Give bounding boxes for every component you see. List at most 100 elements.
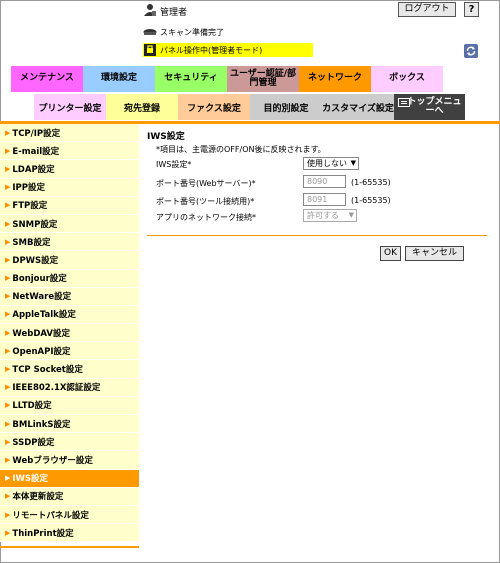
chevron-down-icon: ▼ xyxy=(350,159,356,167)
arrow-right-icon: ▶ xyxy=(5,528,11,537)
panel-lock-icon xyxy=(144,44,156,56)
app-network-label: アプリのネットワーク接続* xyxy=(156,213,256,222)
app-network-value: 許可する xyxy=(307,211,339,220)
sidebar-item-label: LDAP設定 xyxy=(12,164,55,175)
sidebar-item-label: TCP Socket設定 xyxy=(12,365,83,376)
sidebar-item[interactable]: ▶ リモートパネル設定 xyxy=(0,505,139,525)
sidebar-item-label: IWS設定 xyxy=(12,474,49,485)
arrow-right-icon: ▶ xyxy=(5,164,11,173)
help-button[interactable]: ? xyxy=(464,2,479,17)
scan-status-text: スキャン準備完了 xyxy=(160,27,224,37)
sidebar-item[interactable]: ▶ SMB設定 xyxy=(0,233,139,252)
sidebar-item[interactable]: ▶ SSDP設定 xyxy=(0,433,139,452)
tool-port-input[interactable]: 8091 xyxy=(303,193,346,206)
tab-network[interactable]: ネットワーク xyxy=(299,66,371,92)
tab-purpose-settings[interactable]: 目的別設定 xyxy=(250,94,322,120)
ok-button[interactable]: OK xyxy=(380,246,401,261)
tab-security[interactable]: セキュリティ xyxy=(155,66,227,92)
web-port-range: (1-65535) xyxy=(351,178,391,187)
sidebar-item-label: Webブラウザー設定 xyxy=(12,455,93,466)
sidebar-item[interactable]: ▶ ThinPrint設定 xyxy=(0,524,139,543)
cancel-button[interactable]: キャンセル xyxy=(405,246,464,261)
sidebar-item[interactable]: ▶ IEEE802.1X認証設定 xyxy=(0,378,139,397)
sidebar-item-label: SSDP設定 xyxy=(12,437,55,448)
sidebar-item-label: TCP/IP設定 xyxy=(12,128,61,139)
sidebar-item-label: WebDAV設定 xyxy=(12,328,70,339)
sidebar-item[interactable]: ▶ Bonjour設定 xyxy=(0,269,139,288)
form-divider xyxy=(147,235,487,236)
arrow-right-icon: ▶ xyxy=(5,310,11,319)
arrow-right-icon: ▶ xyxy=(5,328,11,337)
sidebar-item[interactable]: ▶ NetWare設定 xyxy=(0,287,139,306)
sidebar-item-label: IEEE802.1X認証設定 xyxy=(12,383,101,394)
sidebar-item-label: SMB設定 xyxy=(12,237,51,248)
sidebar-item-label: OpenAPI設定 xyxy=(12,346,71,357)
panel-mode-text: パネル操作中(管理者モード) xyxy=(160,45,263,55)
arrow-right-icon: ▶ xyxy=(5,383,11,392)
tab-printer-settings[interactable]: プリンター設定 xyxy=(34,94,106,120)
refresh-icon[interactable] xyxy=(464,44,478,58)
sidebar-item-label: NetWare設定 xyxy=(12,292,72,303)
sidebar-item[interactable]: ▶ IWS設定 xyxy=(0,469,139,488)
scanner-icon xyxy=(143,28,157,35)
arrow-right-icon: ▶ xyxy=(5,255,11,264)
iws-setting-label: IWS設定* xyxy=(156,160,192,169)
arrow-right-icon: ▶ xyxy=(5,437,11,446)
arrow-right-icon: ▶ xyxy=(5,183,11,192)
sidebar-item-label: DPWS設定 xyxy=(12,255,59,266)
tab-customize-settings[interactable]: カスタマイズ設定 xyxy=(322,94,394,120)
sidebar-item[interactable]: ▶ DPWS設定 xyxy=(0,251,139,270)
arrow-right-icon: ▶ xyxy=(5,401,11,410)
sidebar-item[interactable]: ▶ LDAP設定 xyxy=(0,160,139,179)
sidebar-item[interactable]: ▶ IPP設定 xyxy=(0,178,139,197)
logout-button[interactable]: ログアウト xyxy=(398,2,456,17)
sidebar-item[interactable]: ▶ FTP設定 xyxy=(0,196,139,215)
network-sidebar: ▶ TCP/IP設定 ▶ E-mail設定 ▶ LDAP設定 ▶ IPP設定 ▶ FTP設定 ▶ SN… xyxy=(0,124,139,543)
arrow-right-icon: ▶ xyxy=(5,474,11,483)
tab-maintenance[interactable]: メンテナンス xyxy=(11,66,83,92)
sidebar-bottom-line xyxy=(0,546,139,548)
sidebar-item-label: Bonjour設定 xyxy=(12,274,67,285)
sidebar-item[interactable]: ▶ TCP Socket設定 xyxy=(0,360,139,379)
tab-box[interactable]: ボックス xyxy=(371,66,443,92)
sub-tabs: プリンター設定 宛先登録 ファクス設定 目的別設定 カスタマイズ設定 トップメニ… xyxy=(34,94,465,120)
sidebar-item[interactable]: ▶ Webブラウザー設定 xyxy=(0,451,139,470)
main-tabs: メンテナンス 環境設定 セキュリティ ユーザー認証/部門管理 ネットワーク ボッ… xyxy=(11,66,443,92)
admin-label: 管理者 xyxy=(160,8,188,18)
tab-top-menu[interactable]: トップメニューへ xyxy=(394,94,465,120)
app-network-select[interactable]: 許可する ▼ xyxy=(303,209,357,222)
tab-fax-settings[interactable]: ファクス設定 xyxy=(178,94,250,120)
menu-list-icon xyxy=(398,98,410,107)
sidebar-item-label: リモートパネル設定 xyxy=(12,510,89,521)
sidebar-item-label: AppleTalk設定 xyxy=(12,310,76,321)
scan-status: スキャン準備完了 xyxy=(143,26,224,38)
sidebar-item[interactable]: ▶ SNMP設定 xyxy=(0,214,139,234)
tool-port-range: (1-65535) xyxy=(351,196,391,205)
sidebar-item[interactable]: ▶ OpenAPI設定 xyxy=(0,342,139,361)
web-port-input[interactable]: 8090 xyxy=(303,175,346,188)
sidebar-item-label: LLTD設定 xyxy=(12,401,52,412)
arrow-right-icon: ▶ xyxy=(5,237,11,246)
web-port-label: ポート番号(Webサーバー)* xyxy=(156,179,256,188)
tab-environment[interactable]: 環境設定 xyxy=(83,66,155,92)
tool-port-label: ポート番号(ツール接続用)* xyxy=(156,197,255,206)
panel-mode-bar: パネル操作中(管理者モード) xyxy=(143,43,313,57)
iws-setting-value: 使用しない xyxy=(307,159,347,168)
sidebar-item[interactable]: ▶ TCP/IP設定 xyxy=(0,124,139,143)
sidebar-item[interactable]: ▶ AppleTalk設定 xyxy=(0,305,139,325)
tab-address-registration[interactable]: 宛先登録 xyxy=(106,94,178,120)
admin-user-icon xyxy=(144,4,156,16)
tab-user-auth[interactable]: ユーザー認証/部門管理 xyxy=(227,66,299,92)
sidebar-item[interactable]: ▶ 本体更新設定 xyxy=(0,487,139,506)
sidebar-item[interactable]: ▶ WebDAV設定 xyxy=(0,324,139,343)
iws-setting-select[interactable]: 使用しない ▼ xyxy=(303,157,359,170)
sidebar-item[interactable]: ▶ LLTD設定 xyxy=(0,396,139,415)
sidebar-item-label: 本体更新設定 xyxy=(12,492,64,503)
sidebar-item[interactable]: ▶ BMLinkS設定 xyxy=(0,415,139,434)
sidebar-item-label: E-mail設定 xyxy=(12,146,60,157)
arrow-right-icon: ▶ xyxy=(5,274,11,283)
arrow-right-icon: ▶ xyxy=(5,346,11,355)
sidebar-item[interactable]: ▶ E-mail設定 xyxy=(0,142,139,161)
arrow-right-icon: ▶ xyxy=(5,419,11,428)
sidebar-item-label: ThinPrint設定 xyxy=(12,528,74,539)
